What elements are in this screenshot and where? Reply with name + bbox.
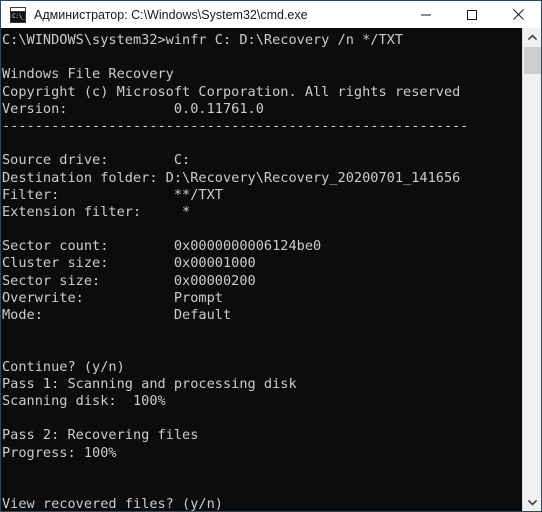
scrollbar-thumb[interactable] bbox=[524, 47, 541, 74]
window-titlebar[interactable]: C:\_ Администратор: C:\Windows\System32\… bbox=[1, 1, 541, 28]
console-line: Sector count: 0x0000000006124be0 bbox=[2, 238, 322, 255]
console-line: Sector size: 0x00000200 bbox=[2, 272, 256, 289]
window-title: Администратор: C:\Windows\System32\cmd.e… bbox=[34, 7, 308, 22]
console-line: Progress: 100% bbox=[2, 444, 117, 461]
console-line: Extension filter: * bbox=[2, 203, 191, 220]
cmd-icon-glyph: C:\_ bbox=[11, 11, 25, 22]
console-output-area[interactable]: C:\WINDOWS\system32>winfr C: D:\Recovery… bbox=[1, 28, 522, 511]
console-line: Mode: Default bbox=[2, 307, 232, 323]
minimize-icon bbox=[421, 14, 431, 15]
console-line: Destination folder: D:\Recovery\Recovery… bbox=[2, 169, 461, 186]
console-line: C:\WINDOWS\system32>winfr C: D:\Recovery… bbox=[2, 32, 404, 48]
chevron-down-icon bbox=[527, 499, 537, 506]
cmd-console-icon: C:\_ bbox=[10, 6, 26, 23]
scroll-up-button[interactable] bbox=[523, 28, 541, 46]
console-line: Cluster size: 0x00001000 bbox=[2, 255, 256, 272]
console-line: Windows File Recovery bbox=[2, 66, 174, 83]
minimize-button[interactable] bbox=[403, 1, 449, 28]
console-line: Filter: **/TXT bbox=[2, 186, 223, 203]
console-line: Copyright (c) Microsoft Corporation. All… bbox=[2, 83, 461, 100]
console-line: Overwrite: Prompt bbox=[2, 289, 223, 306]
console-line: Source drive: C: bbox=[2, 152, 191, 169]
console-line: Pass 2: Recovering files bbox=[2, 427, 199, 444]
close-icon bbox=[512, 9, 524, 20]
close-button[interactable] bbox=[495, 1, 541, 28]
console-line: Scanning disk: 100% bbox=[2, 392, 166, 409]
cmd-window: C:\_ Администратор: C:\Windows\System32\… bbox=[0, 0, 542, 512]
scroll-down-button[interactable] bbox=[523, 493, 541, 511]
console-line: ----------------------------------------… bbox=[2, 117, 469, 134]
console-text: C:\WINDOWS\system32>winfr C: D:\Recovery… bbox=[1, 28, 522, 511]
chevron-up-icon bbox=[527, 33, 537, 40]
console-line: Version: 0.0.11761.0 bbox=[2, 100, 264, 117]
maximize-button[interactable] bbox=[449, 1, 495, 28]
console-line: Continue? (y/n) bbox=[2, 358, 125, 375]
maximize-icon bbox=[467, 9, 477, 20]
console-line: Pass 1: Scanning and processing disk bbox=[2, 375, 297, 392]
vertical-scrollbar[interactable] bbox=[522, 28, 541, 511]
scrollbar-track[interactable] bbox=[523, 46, 541, 493]
console-line: View recovered files? (y/n) bbox=[2, 496, 223, 511]
